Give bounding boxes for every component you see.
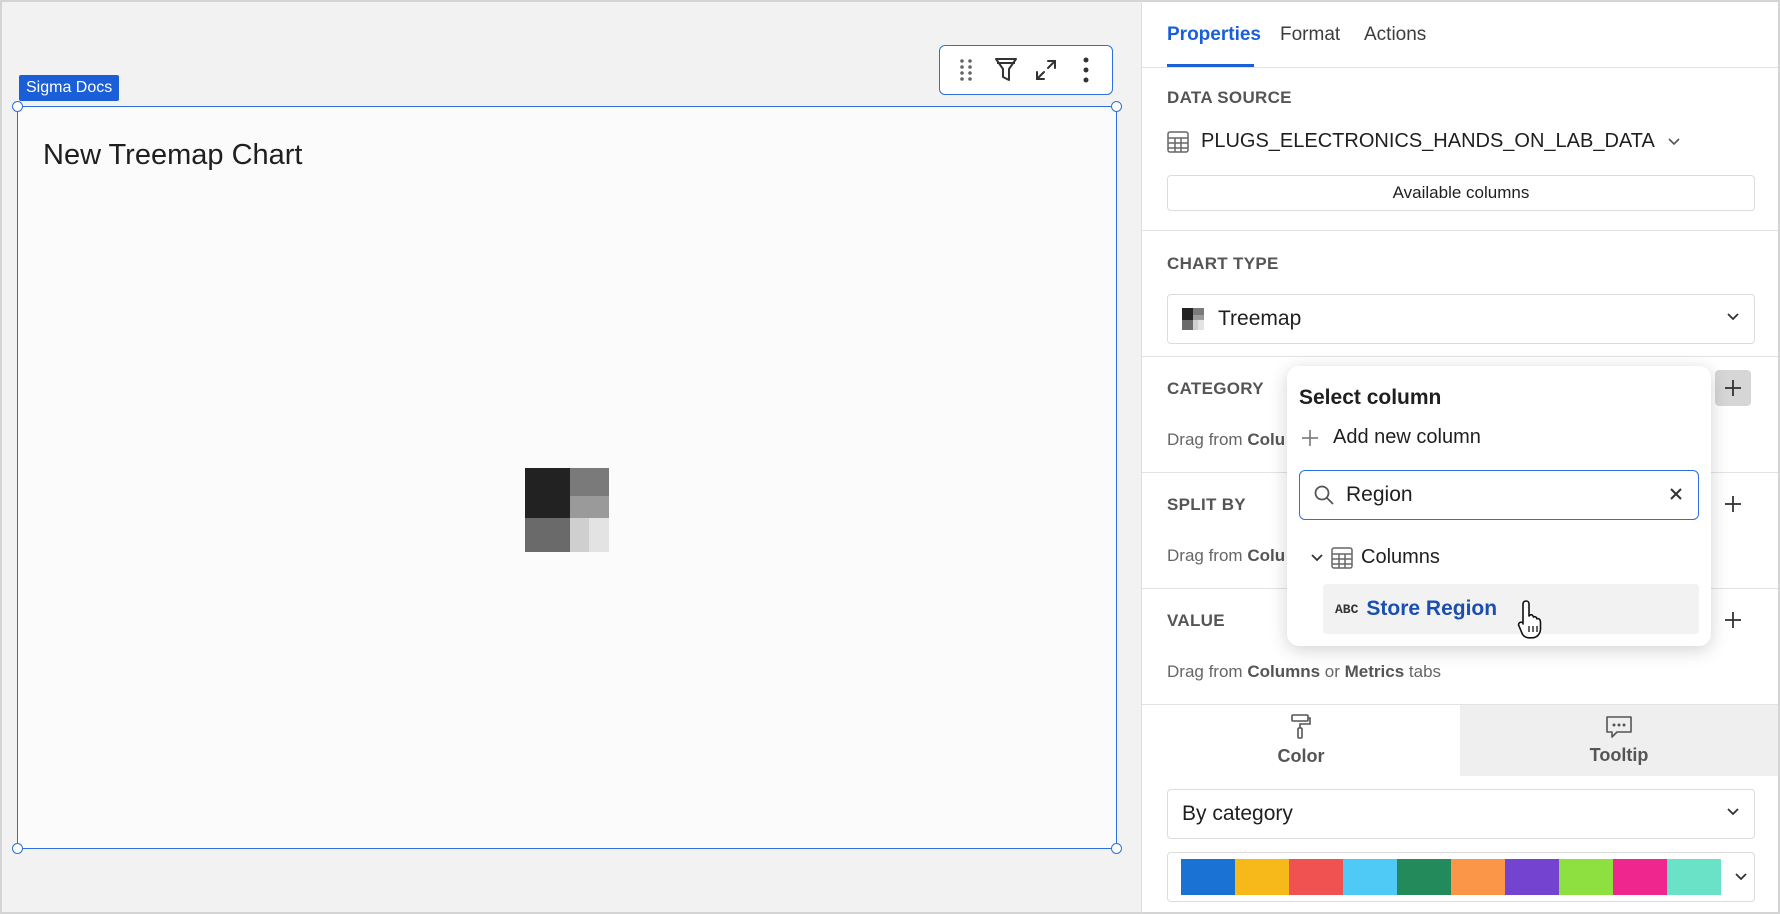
resize-handle-bottom-left[interactable]: [12, 843, 23, 854]
palette-swatch: [1343, 859, 1397, 895]
popover-title: Select column: [1299, 386, 1442, 409]
chevron-down-icon: [1727, 313, 1739, 321]
treemap-icon: [1182, 308, 1204, 330]
column-result-store-region[interactable]: ABC Store Region: [1323, 584, 1699, 634]
tab-properties[interactable]: Properties: [1167, 24, 1261, 46]
chevron-down-icon: [1668, 137, 1680, 145]
hand-pointer-cursor-icon: [1517, 600, 1542, 639]
resize-handle-top-right[interactable]: [1111, 101, 1122, 112]
paint-roller-icon: [1291, 714, 1311, 739]
data-source-name: PLUGS_ELECTRONICS_HANDS_ON_LAB_DATA: [1201, 130, 1655, 152]
color-palette-select[interactable]: [1167, 852, 1755, 902]
palette-swatch: [1667, 859, 1721, 895]
subtab-tooltip-label: Tooltip: [1589, 745, 1649, 765]
palette-swatch: [1559, 859, 1613, 895]
search-icon: [1314, 485, 1334, 505]
split-by-label: SPLIT BY: [1167, 495, 1246, 514]
filter-icon[interactable]: [989, 53, 1023, 87]
palette-swatch: [1451, 859, 1505, 895]
add-category-button[interactable]: [1715, 370, 1751, 406]
plus-icon: [1725, 380, 1741, 396]
data-source-label: DATA SOURCE: [1167, 88, 1292, 107]
plus-icon: [1725, 612, 1741, 628]
panel-tabs: Properties Format Actions: [1142, 2, 1778, 68]
text-type-icon: ABC: [1335, 601, 1359, 617]
value-drag-hint: Drag from Columns or Metrics tabs: [1167, 662, 1442, 681]
palette-swatch: [1613, 859, 1667, 895]
tooltip-icon: [1606, 716, 1632, 738]
chart-type-select[interactable]: Treemap: [1167, 294, 1755, 344]
element-source-tag: Sigma Docs: [19, 75, 120, 101]
data-source-selector[interactable]: PLUGS_ELECTRONICS_HANDS_ON_LAB_DATA: [1167, 130, 1681, 153]
workbook-canvas: Sigma Docs New Treemap Chart: [0, 0, 1141, 914]
column-search-field[interactable]: [1299, 470, 1699, 520]
columns-group-toggle[interactable]: Columns: [1311, 546, 1440, 569]
color-mode-select[interactable]: By category: [1167, 789, 1755, 839]
add-new-column-label: Add new column: [1333, 426, 1481, 448]
format-subtabs: Color Tooltip: [1142, 704, 1778, 776]
treemap-chart-element[interactable]: New Treemap Chart: [17, 106, 1117, 849]
chevron-down-icon: [1735, 873, 1747, 881]
split-by-drag-hint: Drag from Colu: [1167, 546, 1286, 565]
palette-swatch: [1289, 859, 1343, 895]
chart-type-label: CHART TYPE: [1167, 254, 1279, 273]
subtab-color-label: Color: [1277, 746, 1325, 766]
add-value-button[interactable]: [1715, 602, 1751, 638]
palette-swatch: [1235, 859, 1289, 895]
chevron-down-icon: [1727, 808, 1739, 816]
palette-swatch: [1397, 859, 1451, 895]
active-tab-indicator: [1167, 64, 1254, 67]
palette-swatch: [1505, 859, 1559, 895]
close-icon[interactable]: [1668, 486, 1684, 502]
value-label: VALUE: [1167, 611, 1225, 630]
resize-handle-bottom-right[interactable]: [1111, 843, 1122, 854]
select-column-popover: Select column Add new column Columns ABC…: [1287, 366, 1711, 646]
table-icon: [1331, 546, 1353, 569]
chevron-down-icon: [1311, 553, 1323, 561]
column-result-name: Store Region: [1366, 597, 1498, 620]
add-split-by-button[interactable]: [1715, 486, 1751, 522]
drag-handle-icon[interactable]: [949, 53, 983, 87]
subtab-color[interactable]: Color: [1142, 705, 1460, 776]
category-drag-hint: Drag from Colu: [1167, 430, 1286, 449]
divider: [1142, 230, 1778, 231]
chart-type-value: Treemap: [1218, 307, 1302, 330]
chart-title[interactable]: New Treemap Chart: [43, 139, 303, 172]
treemap-placeholder-icon: [525, 468, 609, 552]
more-icon[interactable]: [1069, 53, 1103, 87]
plus-icon: [1725, 496, 1741, 512]
resize-handle-top-left[interactable]: [12, 101, 23, 112]
subtab-tooltip[interactable]: Tooltip: [1460, 705, 1778, 776]
palette-swatches: [1181, 859, 1721, 895]
element-toolbar: [939, 45, 1113, 95]
table-icon: [1167, 130, 1189, 153]
color-mode-value: By category: [1182, 802, 1293, 825]
columns-group-label: Columns: [1361, 546, 1440, 568]
category-label: CATEGORY: [1167, 379, 1264, 398]
divider: [1142, 356, 1778, 357]
palette-swatch: [1181, 859, 1235, 895]
plus-icon: [1302, 429, 1318, 446]
expand-icon[interactable]: [1029, 53, 1063, 87]
column-search-input[interactable]: [1346, 483, 1646, 507]
add-new-column-item[interactable]: Add new column: [1301, 426, 1481, 449]
tab-actions[interactable]: Actions: [1364, 24, 1426, 46]
available-columns-button[interactable]: Available columns: [1167, 175, 1755, 211]
tab-format[interactable]: Format: [1280, 24, 1340, 46]
